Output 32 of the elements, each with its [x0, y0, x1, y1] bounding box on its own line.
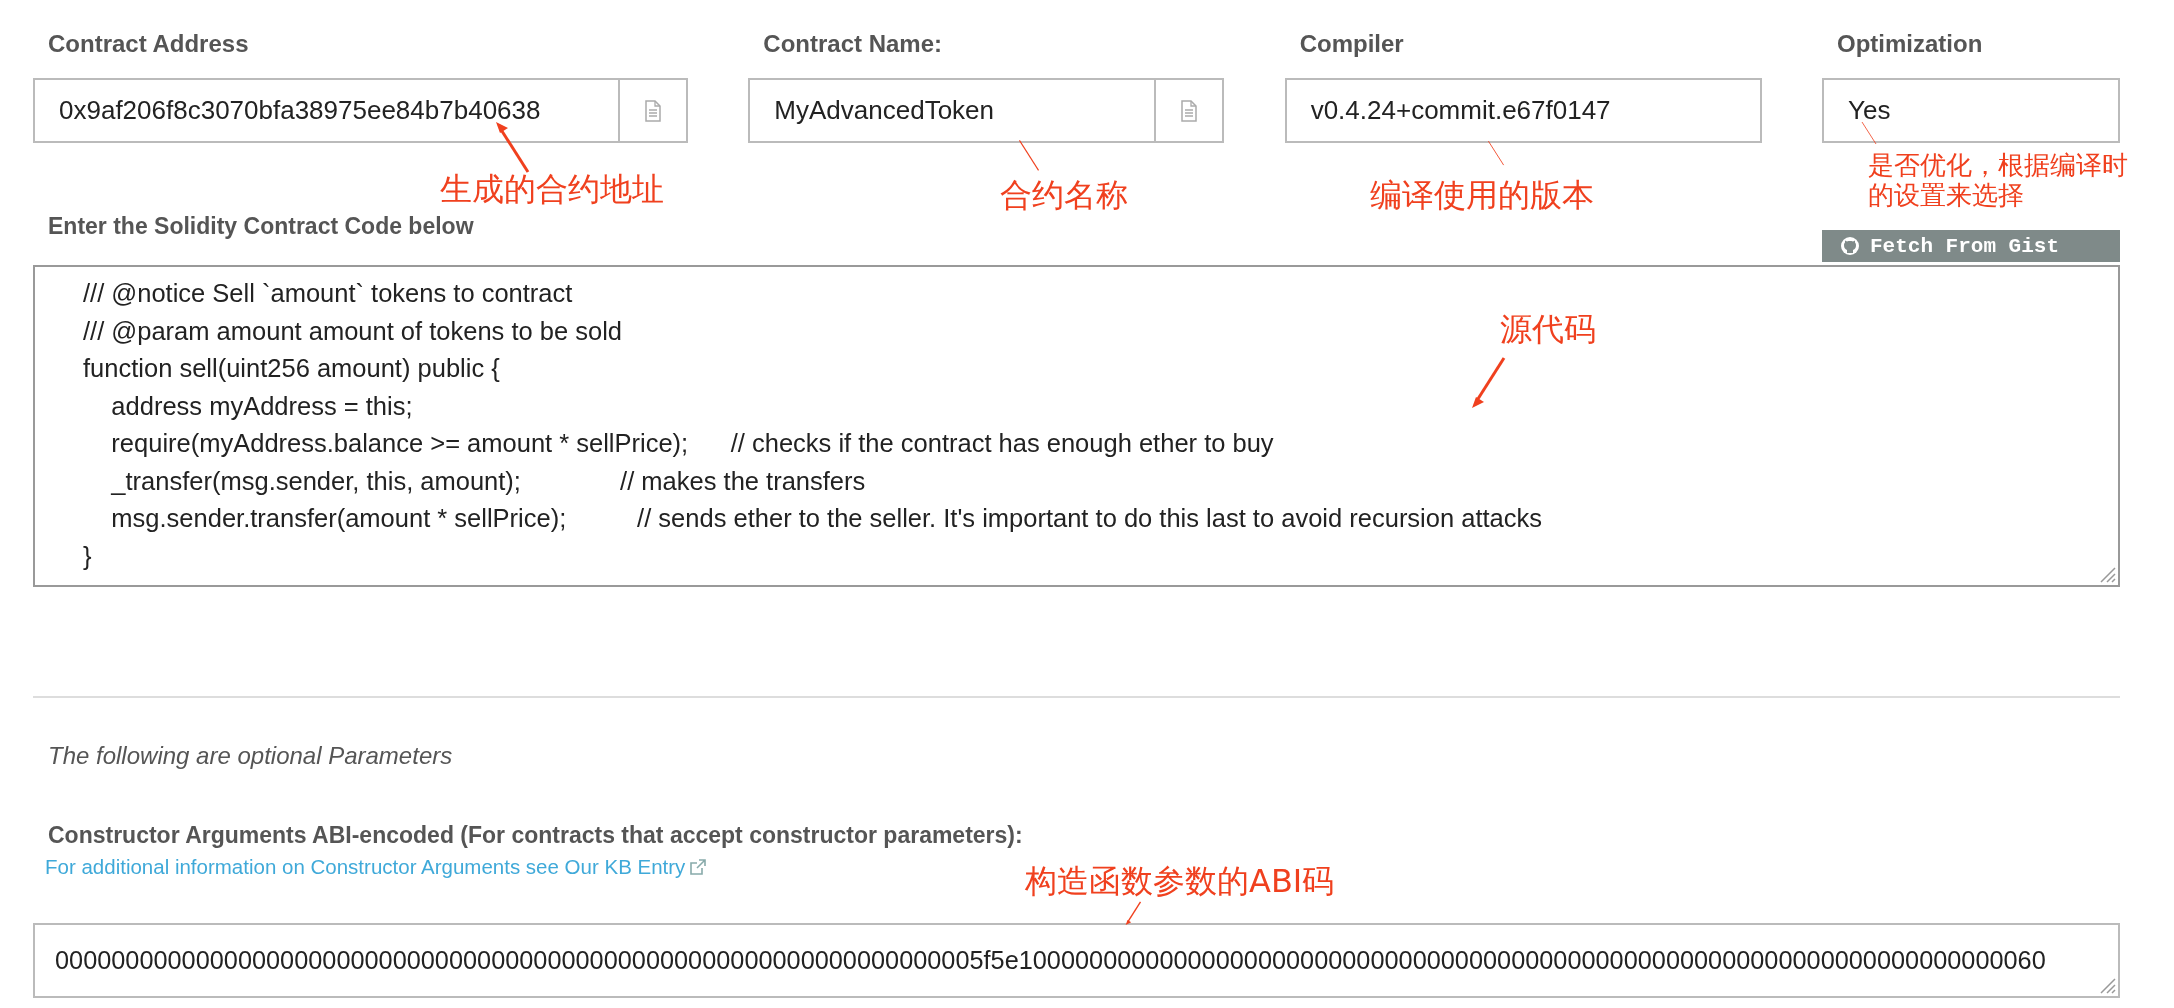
- document-icon: [1180, 99, 1199, 122]
- section-note: The following are optional Parameters: [48, 742, 454, 770]
- code-editor[interactable]: [33, 265, 2120, 587]
- text-field[interactable]: v0.4.24+commit.e67f0147: [1284, 78, 1762, 143]
- code-line: require(myAddress.balance >= amount * sellPrice); // checks if the contract has enough ether to buy: [110, 428, 1274, 459]
- code-line: /// @param amount amount of tokens to be sold: [83, 315, 622, 347]
- github-icon: [1840, 236, 1860, 256]
- annotation-text: 是否优化，根据编译时的设置来选择: [1868, 150, 2129, 210]
- annotation-text: 源代码: [1500, 310, 1596, 348]
- section-label: Constructor Arguments ABI-encoded (For contracts that accept constructor parameters):: [48, 822, 1024, 849]
- annotation-text: 生成的合约地址: [440, 170, 664, 208]
- code-line: address myAddress = this;: [110, 390, 413, 422]
- code-line: _transfer(msg.sender, this, amount); // makes the transfers: [110, 465, 866, 497]
- abi-field[interactable]: 000000000000000000000000000000000000000000000000000000000000000005f5e1000000000000000000000000000000000000000000000000000000000000000000000060: [33, 923, 2120, 998]
- annotation-text: 构造函数参数的ABI码: [1025, 862, 1335, 900]
- code-line: msg.sender.transfer(amount * sellPrice); // sends ether to the seller. It's important to do this last to avoid recursion attacks: [110, 503, 1543, 534]
- annotation-text: 合约名称: [1000, 176, 1128, 214]
- external-link-icon: [689, 858, 708, 876]
- code-line: /// @notice Sell `amount` tokens to contract: [83, 278, 573, 309]
- text-field[interactable]: MyAdvancedToken: [748, 78, 1225, 143]
- field-label: Optimization: [1837, 30, 1984, 59]
- annotation-text: 编译使用的版本: [1370, 176, 1594, 214]
- section-label: Enter the Solidity Contract Code below: [48, 212, 474, 240]
- code-line: function sell(uint256 amount) public {: [83, 353, 500, 384]
- field-label: Compiler: [1299, 30, 1405, 59]
- code-line: }: [83, 540, 92, 572]
- field-label: Contract Name:: [763, 30, 944, 59]
- text-field[interactable]: 0x9af206f8c3070bfa38975ee84b7b40638: [33, 78, 688, 143]
- fetch-gist-button[interactable]: Fetch From Gist: [1822, 230, 2120, 262]
- document-icon: [644, 99, 662, 122]
- text-field[interactable]: Yes: [1822, 78, 2120, 143]
- field-label: Contract Address: [48, 30, 250, 59]
